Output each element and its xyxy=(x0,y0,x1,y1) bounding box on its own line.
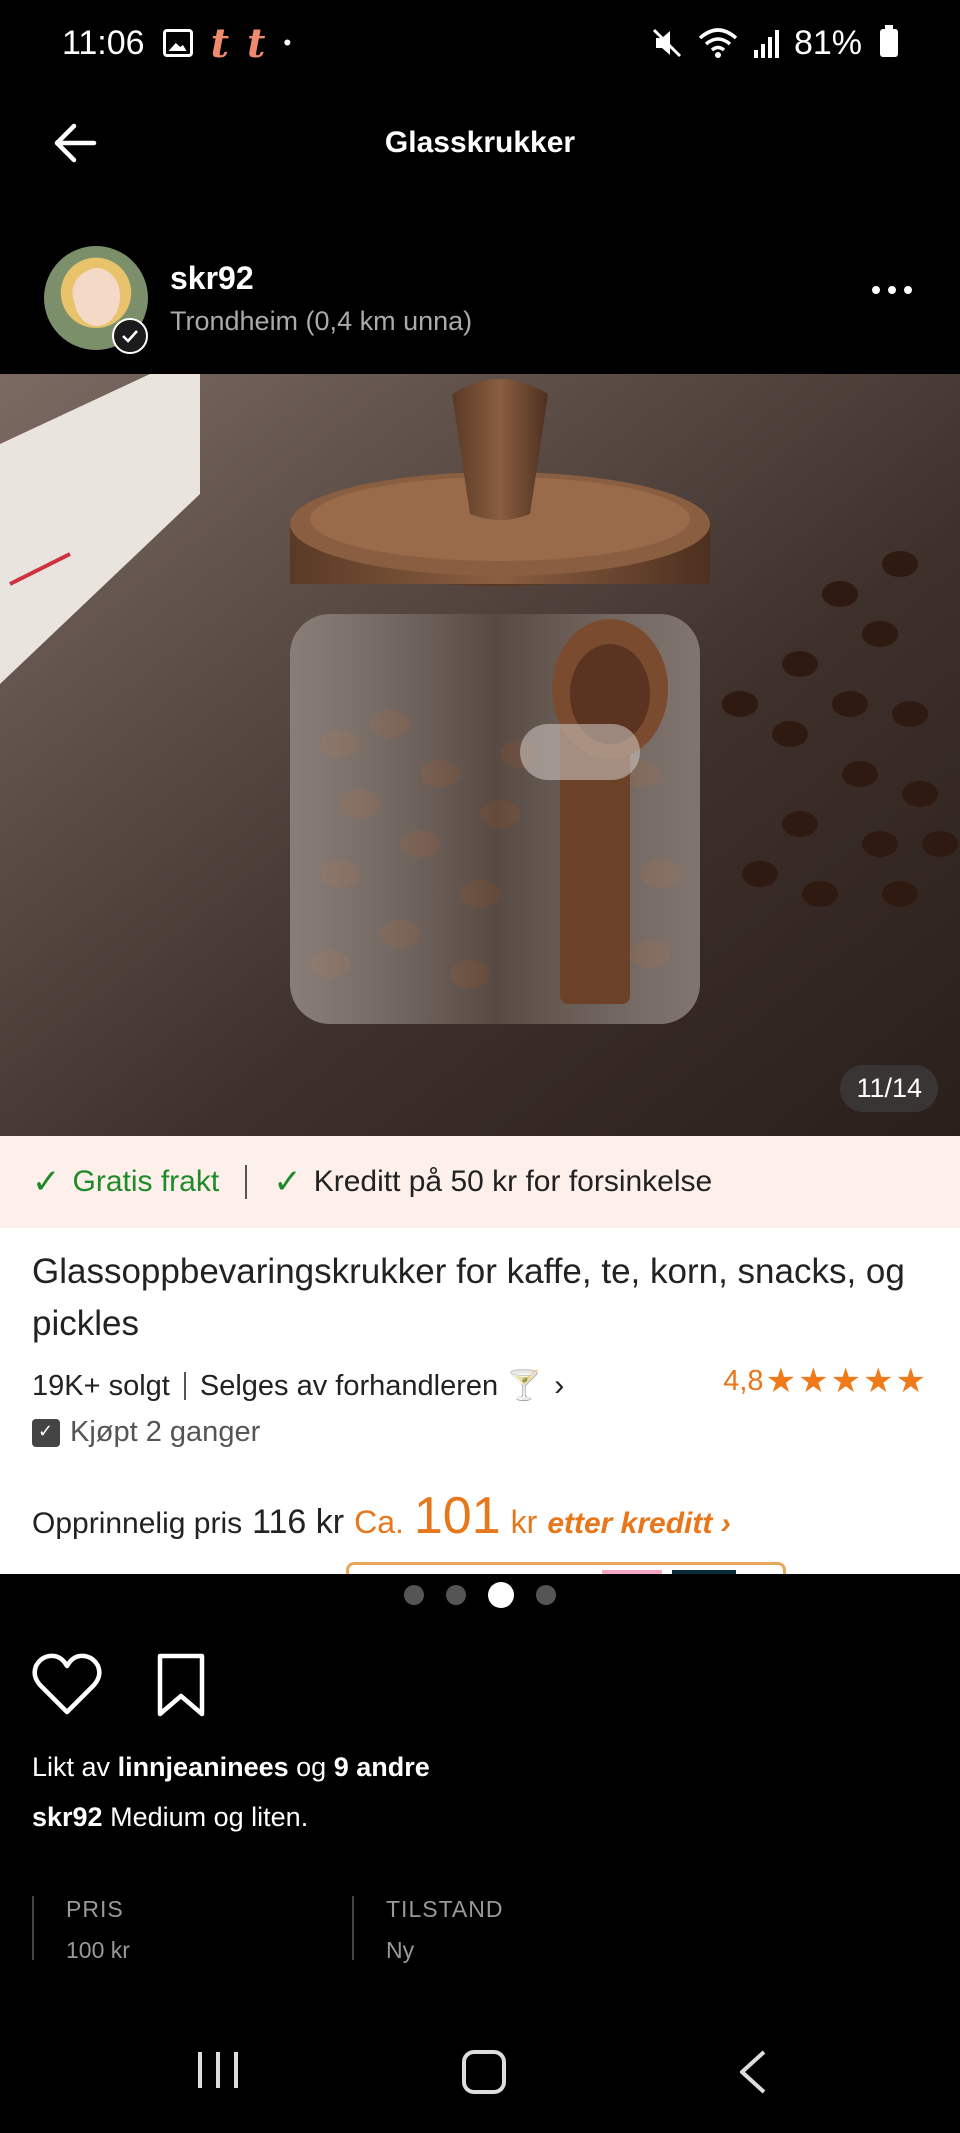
condition-info-label: TILSTAND xyxy=(386,1896,504,1922)
star-icon: ★ xyxy=(895,1362,926,1400)
price-info: PRIS 100 kr xyxy=(32,1896,130,1963)
battery-icon xyxy=(880,25,898,57)
heart-icon[interactable] xyxy=(32,1652,102,1718)
status-left: 11:06 t t • xyxy=(62,20,291,67)
sold-count: 19K+ solgt xyxy=(32,1369,170,1402)
likes-prefix: Likt av xyxy=(32,1752,111,1782)
likes-mid: og xyxy=(296,1752,327,1782)
dot xyxy=(888,286,896,294)
back-icon[interactable] xyxy=(738,2050,768,2094)
free-shipping-label: Gratis frakt xyxy=(72,1165,220,1198)
avatar-face xyxy=(74,268,120,326)
cut-off-dark-logo xyxy=(672,1570,736,1574)
price-info-value: 100 kr xyxy=(66,1937,130,1963)
seller-row: skr92 Trondheim (0,4 km unna) xyxy=(0,246,960,356)
dot xyxy=(872,286,880,294)
arrow-left-icon[interactable] xyxy=(50,118,100,168)
star-icon: ★ xyxy=(863,1362,894,1400)
credit-label: Kreditt på 50 kr for forsinkelse xyxy=(313,1165,713,1198)
divider xyxy=(245,1165,248,1199)
post-image[interactable]: 11/14 ✓ Gratis frakt ✓ Kreditt på 50 kr … xyxy=(0,374,960,1574)
status-bar: 11:06 t t • 81% xyxy=(0,0,960,86)
original-price: 116 kr xyxy=(252,1503,345,1541)
price-after-credit: 101 xyxy=(413,1487,501,1545)
bought-row: Kjøpt 2 ganger xyxy=(32,1416,260,1449)
image-icon xyxy=(162,29,193,57)
more-dots-icon[interactable] xyxy=(872,286,912,294)
caption: skr92 Medium og liten. xyxy=(32,1802,308,1833)
seller-location: Trondheim (0,4 km unna) xyxy=(170,306,473,336)
dot xyxy=(904,286,912,294)
caption-text: Medium og liten. xyxy=(110,1802,309,1832)
pager-dot[interactable] xyxy=(536,1585,556,1605)
pager-dot[interactable] xyxy=(404,1585,424,1605)
cut-off-row xyxy=(32,1560,932,1574)
t-icon: t xyxy=(247,19,266,67)
clock: 11:06 xyxy=(62,23,145,62)
bag-icon xyxy=(32,1418,60,1447)
t-icon: t xyxy=(210,19,230,67)
rating: 4,8 ★ ★ ★ ★ ★ xyxy=(723,1364,926,1398)
system-nav-bar xyxy=(0,2030,960,2110)
cut-off-text xyxy=(32,1570,332,1574)
signal-icon xyxy=(753,30,779,58)
home-icon[interactable] xyxy=(462,2050,506,2094)
check-icon: ✓ xyxy=(32,1163,61,1201)
seller-name[interactable]: skr92 xyxy=(170,260,254,297)
post-actions xyxy=(32,1652,216,1718)
more-notifications-dot: • xyxy=(283,30,292,55)
condition-info: TILSTAND Ny xyxy=(352,1896,504,1963)
check-icon: ✓ xyxy=(273,1163,302,1201)
price-info-label: PRIS xyxy=(66,1896,124,1922)
price-currency: kr xyxy=(510,1504,538,1540)
sold-by: Selges av forhandleren 🍸 xyxy=(199,1370,543,1402)
star-icon: ★ xyxy=(830,1362,862,1400)
liked-by-others[interactable]: 9 andre xyxy=(334,1752,430,1782)
product-title: Glassoppbevaringskrukker for kaffe, te, … xyxy=(32,1252,905,1343)
product-photo: 11/14 xyxy=(0,374,960,1136)
liked-by-user[interactable]: linnjeaninees xyxy=(118,1752,289,1782)
image-pager xyxy=(0,1582,960,1608)
price-row: Opprinnelig pris 116 kr Ca. 101 kr etter… xyxy=(32,1486,731,1546)
divider xyxy=(183,1372,186,1400)
wifi-icon xyxy=(698,28,738,58)
price-approx: Ca. xyxy=(354,1504,404,1540)
price-label: Opprinnelig pris xyxy=(32,1507,243,1540)
bought-count: Kjøpt 2 ganger xyxy=(70,1416,261,1448)
caption-user[interactable]: skr92 xyxy=(32,1802,103,1832)
condition-info-value: Ny xyxy=(386,1937,415,1963)
battery-percent: 81% xyxy=(793,23,862,62)
mute-icon xyxy=(652,28,681,58)
pager-dot-active[interactable] xyxy=(488,1582,514,1608)
page-title: Glasskrukker xyxy=(384,126,576,159)
pager-dot[interactable] xyxy=(446,1585,466,1605)
star-icon: ★ xyxy=(765,1362,797,1400)
rating-value: 4,8 xyxy=(723,1364,764,1397)
shipping-banner: ✓ Gratis frakt ✓ Kreditt på 50 kr for fo… xyxy=(0,1136,960,1228)
image-counter: 11/14 xyxy=(840,1065,938,1112)
status-right: 81% xyxy=(650,24,898,63)
top-bar: Glasskrukker xyxy=(0,100,960,186)
listing-info: PRIS 100 kr TILSTAND Ny xyxy=(32,1896,732,1963)
chevron-right-icon: › xyxy=(554,1369,565,1402)
verified-icon xyxy=(112,318,148,354)
star-icon: ★ xyxy=(798,1362,829,1400)
cut-off-pink-logo xyxy=(602,1570,662,1574)
after-credit-label: etter kreditt › xyxy=(547,1507,731,1540)
recent-apps-icon[interactable] xyxy=(196,2050,240,2090)
bookmark-icon[interactable] xyxy=(146,1652,216,1718)
likes-line: Likt av linnjeaninees og 9 andre xyxy=(32,1752,430,1783)
